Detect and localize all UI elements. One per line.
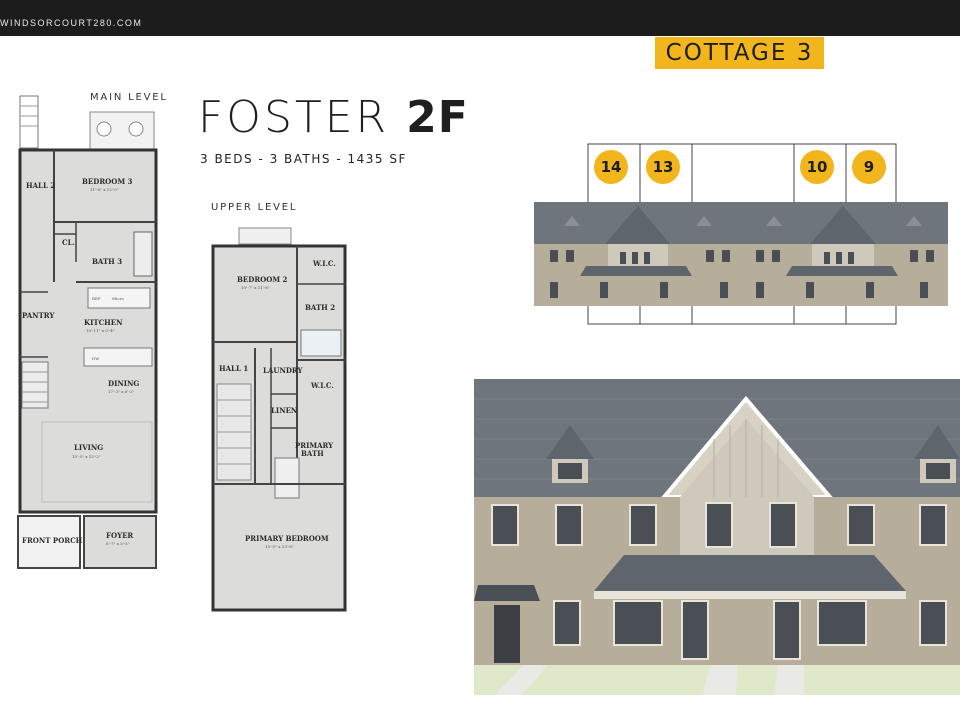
room-closet: CL. bbox=[62, 238, 75, 247]
unit-number-10: 10 bbox=[807, 158, 828, 176]
room-pantry: PANTRY bbox=[22, 311, 55, 320]
room-living-dims: 15'-5" x 15'-2" bbox=[72, 454, 101, 459]
room-primary-bath-line2: BATH bbox=[301, 449, 324, 458]
room-hall1: HALL 1 bbox=[219, 364, 248, 373]
room-bedroom3: BEDROOM 3 bbox=[82, 177, 133, 186]
unit-number-13: 13 bbox=[653, 158, 674, 176]
room-living: LIVING bbox=[74, 443, 103, 452]
room-linen: LINEN bbox=[271, 406, 298, 415]
cottage-badge: COTTAGE 3 bbox=[655, 37, 824, 69]
plan-title: FOSTER 2F bbox=[198, 92, 469, 143]
room-kitchen: KITCHEN bbox=[84, 318, 123, 327]
room-foyer-dims: 8'-7" x 5'-5" bbox=[106, 541, 130, 546]
room-dining-dims: 17'-3" x 6'-2" bbox=[108, 389, 134, 394]
room-primary-bedroom-dims: 15'-5" x 13'-8" bbox=[265, 544, 294, 549]
room-primary-bedroom: PRIMARY BEDROOM bbox=[245, 534, 329, 543]
upper-level-label: UPPER LEVEL bbox=[211, 202, 298, 213]
room-wic-2: W.I.C. bbox=[310, 381, 334, 390]
building-elevation-detail bbox=[474, 379, 960, 720]
room-bedroom2-dims: 10'-7" x 11'-8" bbox=[241, 285, 270, 290]
label-micro: Micro bbox=[112, 296, 125, 301]
building-elevation-overview: 14 13 10 9 bbox=[534, 143, 948, 325]
room-hall2: HALL 2 bbox=[26, 181, 55, 190]
label-dw: DW bbox=[92, 356, 100, 361]
room-bedroom2: BEDROOM 2 bbox=[237, 275, 288, 284]
top-bar bbox=[0, 0, 960, 36]
unit-number-14: 14 bbox=[601, 158, 622, 176]
room-foyer: FOYER bbox=[106, 531, 133, 540]
label-ref: REF bbox=[92, 296, 101, 301]
main-level-floorplan: HALL 2 BEDROOM 3 11'-8" x 12'-0" CL. BAT… bbox=[17, 95, 158, 569]
room-bath2: BATH 2 bbox=[305, 303, 335, 312]
room-dining: DINING bbox=[108, 379, 139, 388]
plan-name-bold: 2F bbox=[406, 92, 469, 143]
room-bedroom3-dims: 11'-8" x 12'-0" bbox=[90, 187, 119, 192]
room-laundry: LAUNDRY bbox=[263, 366, 304, 375]
room-wic-1: W.I.C. bbox=[312, 259, 336, 268]
site-url[interactable]: WINDSORCOURT280.COM bbox=[0, 18, 142, 28]
plan-specs: 3 BEDS - 3 BATHS - 1435 SF bbox=[200, 152, 407, 166]
room-bath3: BATH 3 bbox=[92, 257, 122, 266]
upper-level-floorplan: BEDROOM 2 10'-7" x 11'-8" W.I.C. BATH 2 … bbox=[211, 227, 347, 612]
room-front-porch: FRONT PORCH bbox=[22, 536, 83, 545]
plan-name-light: FOSTER bbox=[198, 92, 390, 143]
unit-number-9: 9 bbox=[864, 158, 874, 176]
room-kitchen-dims: 10'-11" x 9'-4" bbox=[86, 328, 115, 333]
